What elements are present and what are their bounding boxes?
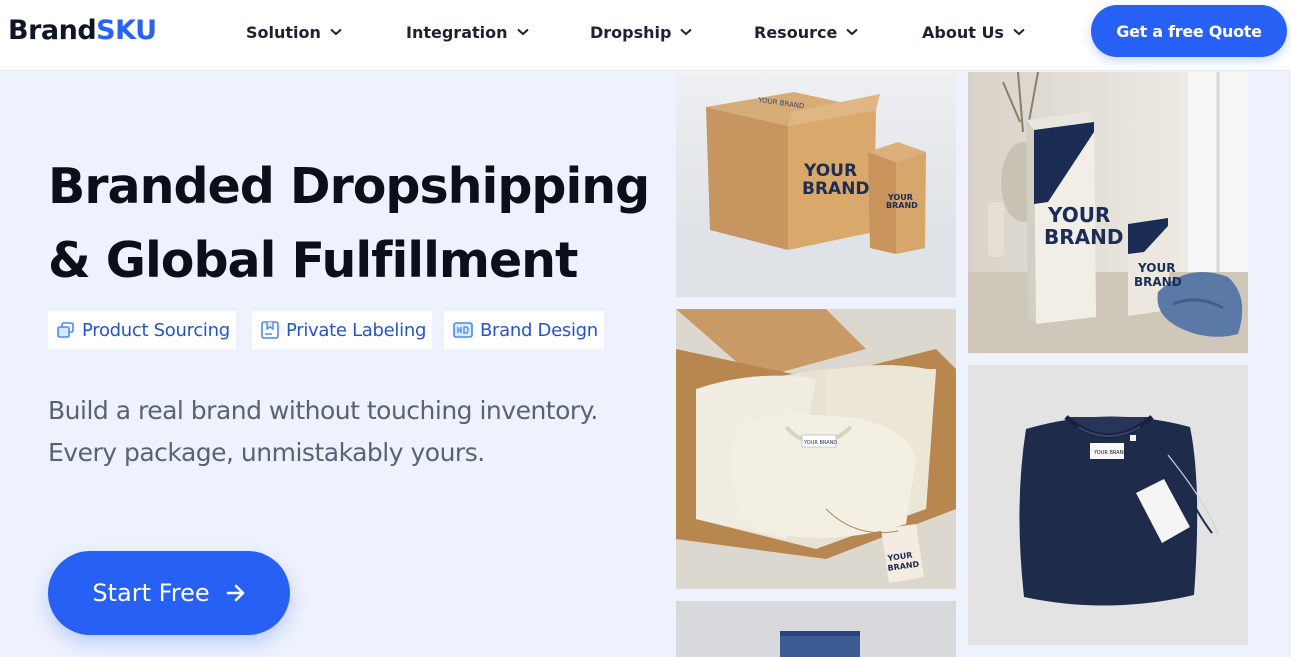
- svg-text:YOUR: YOUR: [1047, 203, 1110, 227]
- svg-text:YOUR BRAND: YOUR BRAND: [1093, 450, 1127, 456]
- nav-integration[interactable]: Integration: [406, 20, 529, 44]
- svg-text:BRAND: BRAND: [802, 179, 870, 199]
- tshirt-box-image: YOUR BRAND YOUR BRAND: [676, 309, 956, 589]
- get-quote-button[interactable]: Get a free Quote: [1091, 5, 1287, 57]
- hero-title: Branded Dropshipping & Global Fulfillmen…: [48, 158, 650, 289]
- svg-text:YOUR: YOUR: [803, 161, 857, 181]
- nav-dropship[interactable]: Dropship: [590, 20, 693, 44]
- navy-sweater-image: YOUR BRAND: [968, 365, 1248, 645]
- chevron-down-icon: [680, 28, 693, 36]
- nav-solution[interactable]: Solution: [246, 20, 342, 44]
- chip-product-sourcing[interactable]: Product Sourcing: [48, 311, 236, 349]
- svg-text:BRAND: BRAND: [1044, 225, 1123, 249]
- svg-text:YOUR BRAND: YOUR BRAND: [803, 440, 837, 446]
- premium-box-image: YOUR BRAND YOUR BRAND: [968, 72, 1248, 353]
- chevron-down-icon: [846, 28, 858, 36]
- start-free-button[interactable]: Start Free: [48, 551, 290, 635]
- chevron-down-icon: [516, 28, 529, 36]
- chip-private-labeling[interactable]: Private Labeling: [252, 311, 433, 349]
- hero-subtitle: Build a real brand without touching inve…: [48, 396, 598, 467]
- sourcing-icon: [57, 322, 74, 338]
- chevron-down-icon: [330, 28, 342, 36]
- nav-about-us[interactable]: About Us: [922, 20, 1025, 44]
- design-icon: [453, 322, 473, 338]
- kraft-boxes-image: YOUR BRAND YOUR BRAND YOUR BRAND: [676, 72, 956, 297]
- label-icon: [261, 321, 279, 339]
- svg-text:BRAND: BRAND: [886, 201, 918, 210]
- chip-brand-design[interactable]: Brand Design: [444, 311, 604, 349]
- svg-text:BRAND: BRAND: [1134, 275, 1182, 289]
- brand-logo[interactable]: BrandSKU: [8, 14, 157, 48]
- sweater-label-text: YOUR BRAND: [1093, 450, 1127, 456]
- arrow-right-icon: [226, 584, 244, 602]
- navy-box-image: [676, 601, 956, 657]
- svg-text:YOUR: YOUR: [1137, 261, 1175, 275]
- site-header: BrandSKU Solution Integration Dropship R…: [0, 0, 1291, 71]
- chevron-down-icon: [1013, 28, 1025, 36]
- nav-resource[interactable]: Resource: [754, 20, 858, 44]
